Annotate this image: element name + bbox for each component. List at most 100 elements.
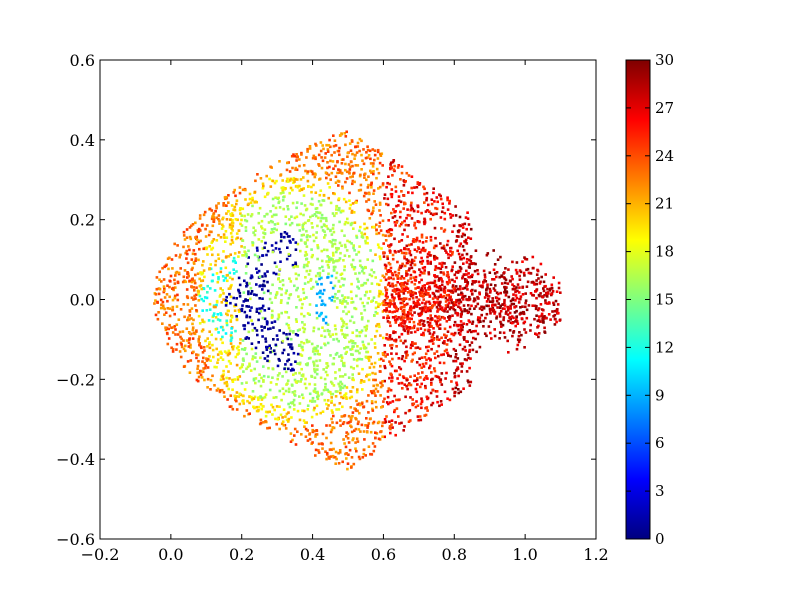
scatter-point xyxy=(241,239,244,242)
scatter-point xyxy=(445,294,449,297)
scatter-point xyxy=(456,357,460,360)
scatter-point xyxy=(470,262,474,266)
scatter-point xyxy=(419,376,422,379)
scatter-point xyxy=(387,277,390,280)
scatter-point xyxy=(451,301,454,304)
scatter-point xyxy=(331,421,334,424)
scatter-point xyxy=(542,280,546,284)
scatter-point xyxy=(411,398,414,401)
scatter-point xyxy=(513,306,516,309)
scatter-point xyxy=(367,319,370,323)
scatter-point xyxy=(299,212,302,216)
scatter-point xyxy=(409,293,412,296)
scatter-point xyxy=(435,289,438,293)
x-tick-label: 0.8 xyxy=(442,545,467,564)
scatter-point xyxy=(230,327,233,330)
scatter-point xyxy=(248,282,251,285)
scatter-point xyxy=(215,216,218,220)
scatter-point xyxy=(341,405,344,409)
scatter-point xyxy=(436,338,439,341)
scatter-point xyxy=(474,305,478,308)
scatter-point xyxy=(446,271,449,274)
scatter-point xyxy=(205,359,209,362)
scatter-point xyxy=(516,322,520,325)
scatter-point xyxy=(315,429,318,432)
scatter-point xyxy=(331,295,334,299)
scatter-point xyxy=(374,203,378,206)
scatter-point xyxy=(259,177,263,180)
scatter-point xyxy=(316,244,319,247)
scatter-point xyxy=(451,387,455,391)
scatter-point xyxy=(456,271,460,274)
scatter-point xyxy=(359,225,362,229)
scatter-point xyxy=(282,195,285,199)
scatter-point xyxy=(294,241,298,244)
scatter-point xyxy=(211,273,215,277)
scatter-point xyxy=(474,337,477,341)
scatter-point xyxy=(408,409,412,412)
scatter-point xyxy=(310,197,314,201)
scatter-point xyxy=(393,302,396,305)
scatter-point xyxy=(202,346,206,349)
scatter-point xyxy=(349,406,353,409)
scatter-point xyxy=(417,298,421,301)
scatter-point xyxy=(454,369,458,372)
scatter-point xyxy=(168,295,171,299)
scatter-point xyxy=(498,312,502,316)
scatter-point xyxy=(433,301,437,304)
scatter-point xyxy=(331,160,335,163)
scatter-point xyxy=(379,381,382,385)
scatter-point xyxy=(270,228,274,231)
scatter-point xyxy=(252,378,256,382)
scatter-point xyxy=(225,319,229,323)
scatter-point xyxy=(426,377,429,380)
scatter-point xyxy=(539,262,543,266)
scatter-point xyxy=(496,292,500,296)
scatter-point xyxy=(197,359,200,363)
scatter-point xyxy=(324,152,327,155)
scatter-point xyxy=(457,374,460,378)
scatter-point xyxy=(444,307,447,310)
scatter-point xyxy=(391,257,395,261)
scatter-point xyxy=(423,266,427,269)
scatter-point xyxy=(278,280,282,283)
scatter-point xyxy=(258,373,261,376)
scatter-point xyxy=(376,243,380,246)
scatter-point xyxy=(553,323,557,326)
scatter-point xyxy=(419,251,422,254)
scatter-point xyxy=(401,221,404,224)
scatter-point xyxy=(326,182,330,185)
scatter-point xyxy=(264,393,268,396)
scatter-point xyxy=(399,301,402,305)
scatter-point xyxy=(515,272,519,275)
scatter-point xyxy=(287,326,291,330)
scatter-point xyxy=(341,386,345,390)
scatter-point xyxy=(467,223,471,226)
y-tick-label: −0.4 xyxy=(56,450,95,469)
scatter-point xyxy=(396,260,399,264)
scatter-point xyxy=(261,254,265,257)
scatter-point xyxy=(287,402,290,406)
scatter-point xyxy=(526,280,530,284)
scatter-point xyxy=(388,182,391,186)
scatter-point xyxy=(205,224,209,227)
scatter-point xyxy=(435,320,438,324)
scatter-point xyxy=(410,201,413,205)
scatter-point xyxy=(453,261,457,264)
scatter-point xyxy=(295,288,298,292)
scatter-point xyxy=(320,156,323,159)
scatter-point xyxy=(324,315,328,319)
scatter-point xyxy=(173,282,177,285)
scatter-point xyxy=(212,212,216,215)
scatter-point xyxy=(265,174,268,178)
scatter-point xyxy=(298,418,302,422)
scatter-point xyxy=(425,345,428,349)
scatter-point xyxy=(333,214,336,218)
scatter-point xyxy=(275,291,279,294)
scatter-point xyxy=(351,411,355,414)
scatter-point xyxy=(397,272,401,275)
scatter-point xyxy=(314,157,317,161)
scatter-point xyxy=(284,215,288,218)
scatter-point xyxy=(352,267,356,271)
x-tick-label: 1.2 xyxy=(583,545,608,564)
